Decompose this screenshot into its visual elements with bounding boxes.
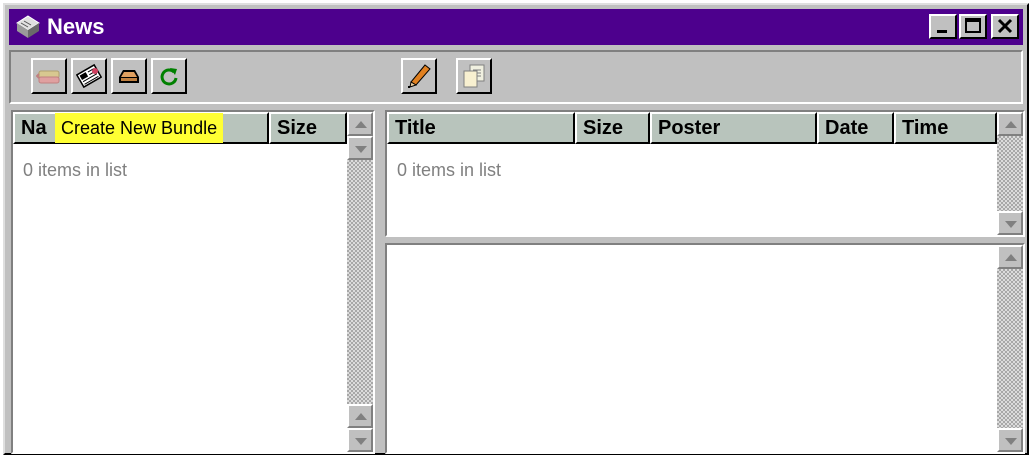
maximize-button[interactable] (959, 14, 987, 39)
newspaper-icon (76, 63, 102, 89)
inbox-tray-icon (119, 70, 139, 83)
inbox-button[interactable] (111, 58, 147, 94)
minimize-button[interactable] (929, 14, 957, 39)
minimize-icon (937, 30, 947, 33)
close-icon (997, 18, 1013, 34)
news-app-icon[interactable] (15, 14, 41, 40)
vertical-scrollbar[interactable] (997, 112, 1023, 235)
vertical-scrollbar[interactable] (347, 112, 373, 452)
column-header-date[interactable]: Date (817, 112, 894, 144)
arrow-up-icon (355, 121, 367, 128)
scroll-down-button[interactable] (997, 211, 1023, 235)
copy-pages-icon (463, 64, 485, 88)
arrow-up-icon (1005, 121, 1017, 128)
message-preview-panel[interactable] (385, 243, 1025, 454)
scroll-up-button[interactable] (347, 404, 373, 428)
scroll-up-button[interactable] (347, 112, 373, 136)
scroll-down-button[interactable] (347, 136, 373, 160)
bundle-list-panel[interactable]: Na Size 0 items in list (11, 110, 375, 454)
arrow-down-icon (355, 146, 367, 153)
compose-button[interactable] (401, 58, 437, 94)
arrow-down-icon (1005, 221, 1017, 228)
refresh-button[interactable] (151, 58, 187, 94)
scroll-track[interactable] (347, 160, 373, 404)
empty-list-text: 0 items in list (23, 160, 128, 180)
bundle-icon (36, 70, 60, 84)
refresh-icon (160, 68, 178, 86)
scroll-track[interactable] (997, 136, 1023, 211)
empty-list-text: 0 items in list (397, 160, 502, 180)
window-title: News (47, 14, 105, 39)
scroll-down-button[interactable] (347, 428, 373, 452)
close-button[interactable] (991, 14, 1019, 39)
title-bar[interactable]: News (9, 9, 1023, 45)
vertical-scrollbar[interactable] (997, 245, 1023, 452)
toolbar (9, 50, 1023, 104)
column-header-size[interactable]: Size (269, 112, 347, 144)
scroll-up-button[interactable] (997, 245, 1023, 269)
create-bundle-button[interactable] (31, 58, 67, 94)
news-window: News Na Size 0 items in list Title Size … (3, 3, 1029, 455)
arrow-down-icon (1005, 438, 1017, 445)
column-header-time[interactable]: Time (894, 112, 997, 144)
arrow-up-icon (355, 413, 367, 420)
copy-button[interactable] (456, 58, 492, 94)
arrow-down-icon (355, 438, 367, 445)
scroll-up-button[interactable] (997, 112, 1023, 136)
column-header-title[interactable]: Title (387, 112, 575, 144)
column-header-size[interactable]: Size (575, 112, 650, 144)
scroll-down-button[interactable] (997, 428, 1023, 452)
newspaper-button[interactable] (71, 58, 107, 94)
pencil-icon (408, 64, 431, 88)
tooltip: Create New Bundle (55, 113, 224, 143)
message-list-panel[interactable]: Title Size Poster Date Time 0 items in l… (385, 110, 1025, 237)
column-header-poster[interactable]: Poster (650, 112, 817, 144)
maximize-icon (965, 18, 981, 33)
scroll-track[interactable] (997, 269, 1023, 428)
arrow-up-icon (1005, 254, 1017, 261)
